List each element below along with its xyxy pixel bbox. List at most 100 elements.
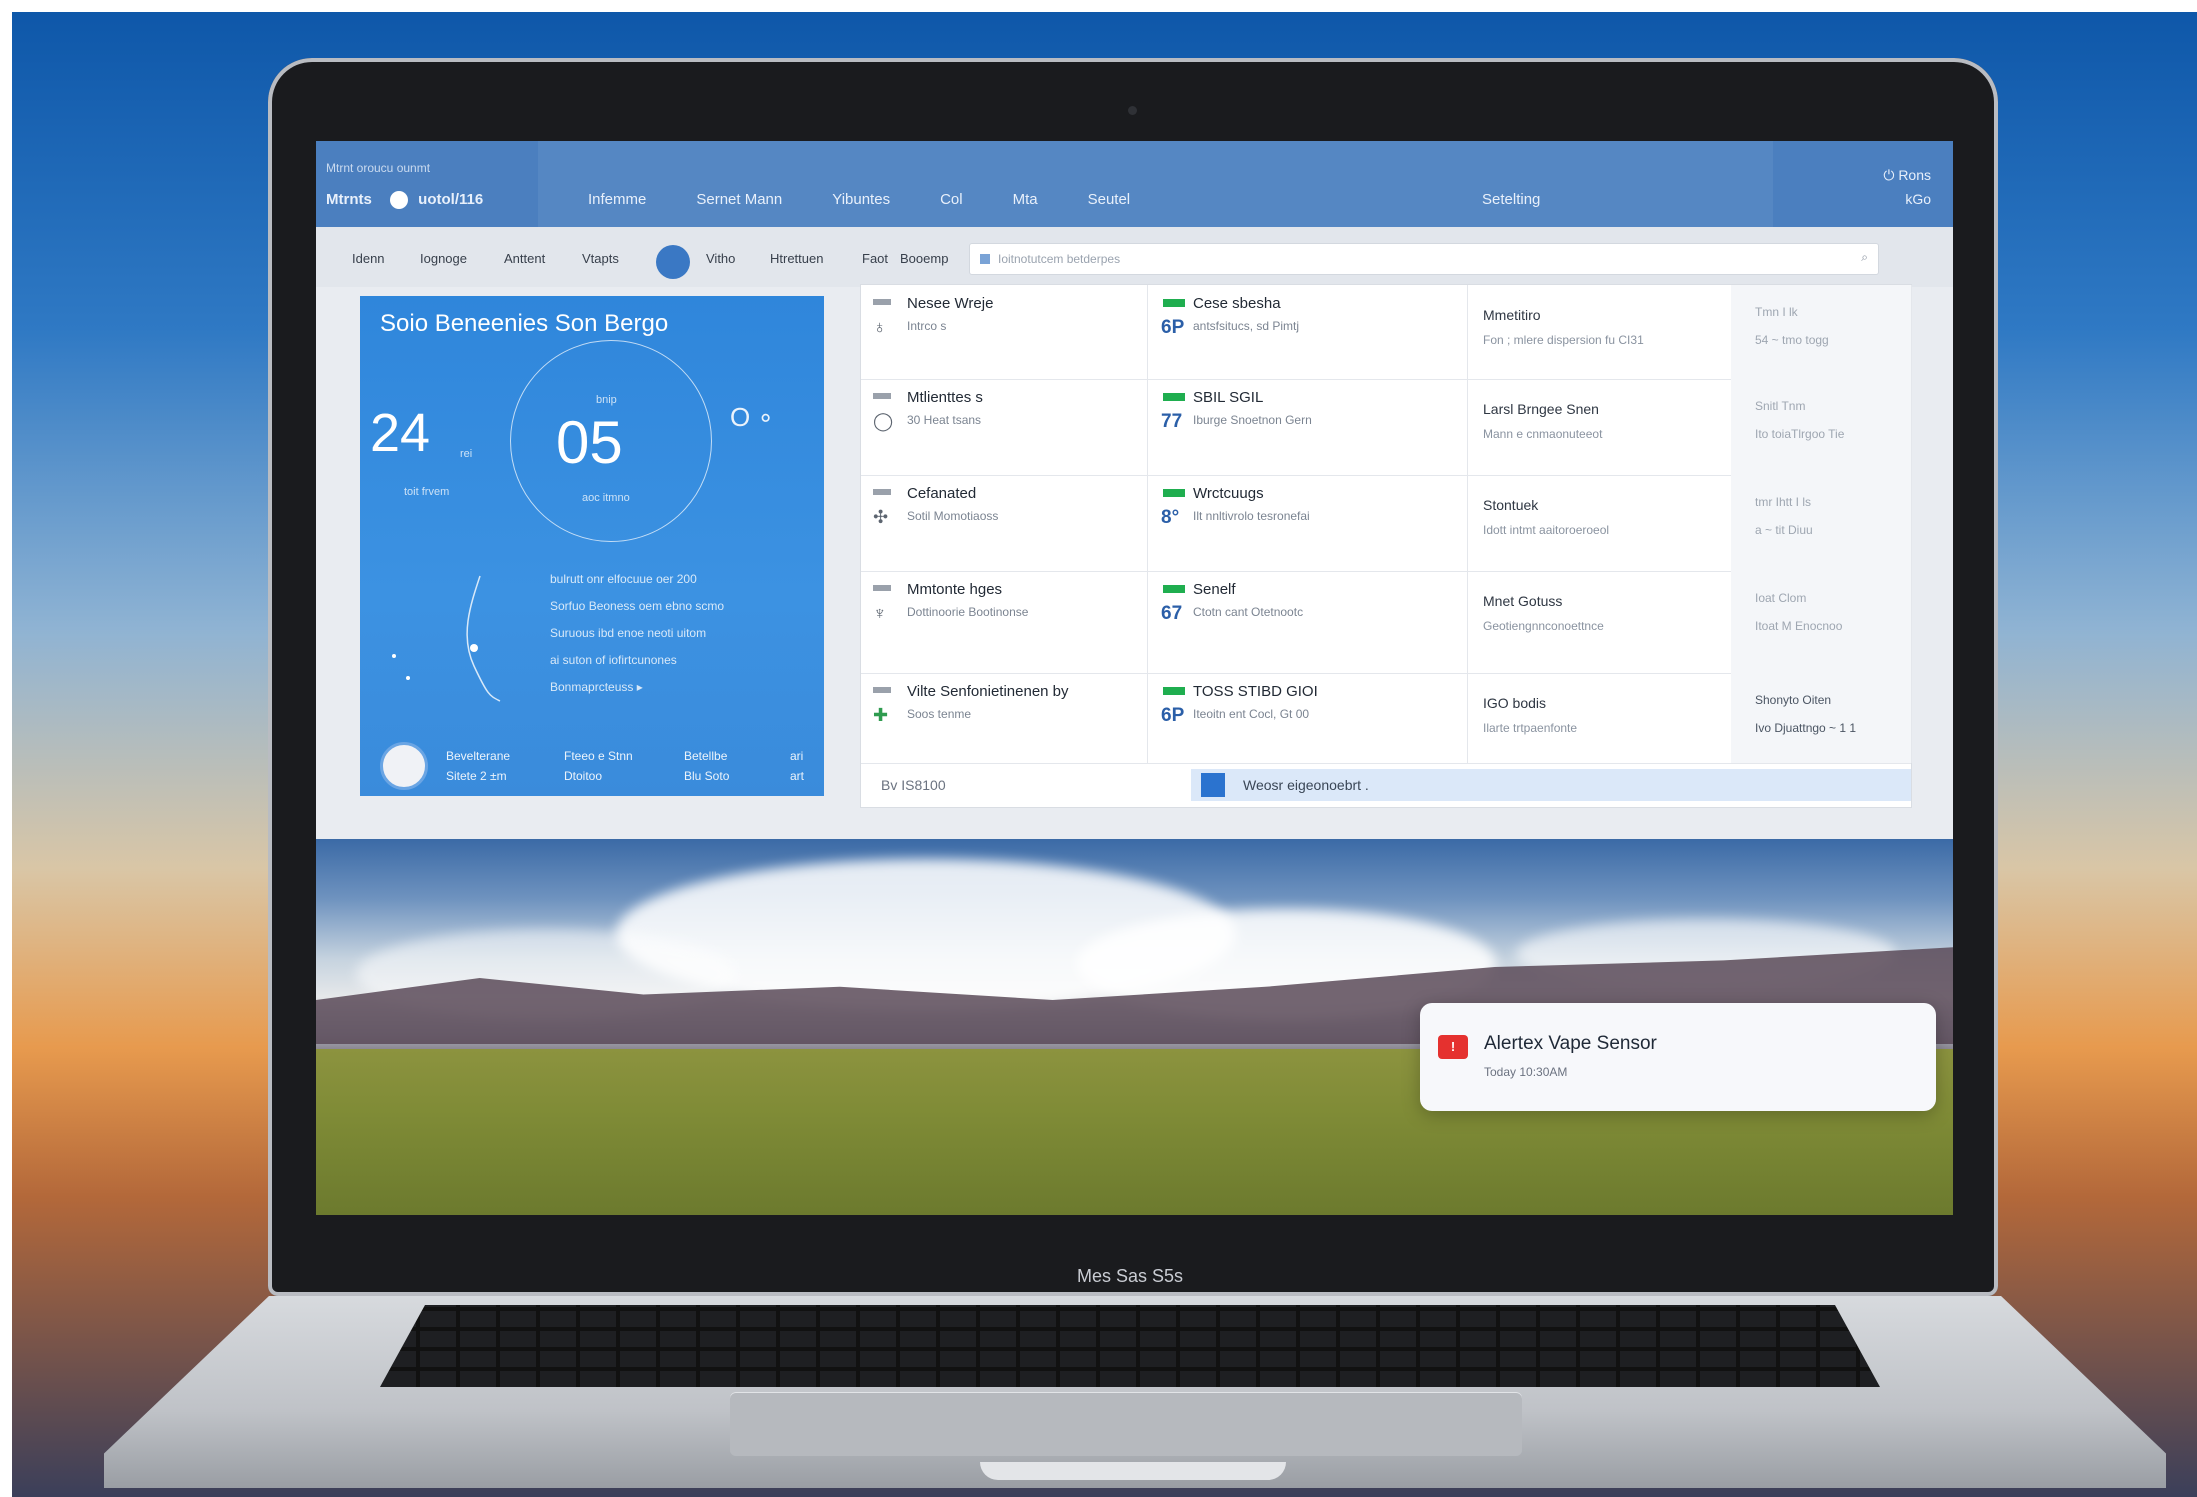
grid-cell: 77 SBIL SGIL Iburge Snoetnon Gern: [1147, 379, 1468, 475]
device-icon: [873, 299, 891, 305]
weather-center-bottom: aoc itmno: [582, 492, 630, 504]
camera-icon: [1128, 106, 1137, 115]
footer-bottom: Sitete 2 ±m: [446, 769, 507, 783]
grid-cell: Shonyto Oiten Ivo Djuattngo ~ 1 1: [1731, 673, 1912, 763]
toolbar-link[interactable]: Faot: [862, 251, 888, 266]
notification-title: Alertex Vape Sensor: [1484, 1033, 1657, 1054]
action-title[interactable]: tmr Ihtt I ls: [1755, 495, 1811, 509]
search-icon[interactable]: ⌕: [1861, 250, 1868, 265]
action-title[interactable]: Snitl Tnm: [1755, 399, 1805, 413]
status-badge: [1163, 687, 1185, 695]
trackpad: [730, 1392, 1522, 1456]
notification-time: Today 10:30AM: [1484, 1065, 1568, 1079]
nav-item[interactable]: Col: [940, 191, 963, 208]
table-row[interactable]: ✚ Vilte Senfonietinenen by Soos tenme 6P…: [861, 673, 1912, 764]
search-input[interactable]: Ioitnotutcem betderpes ⌕: [969, 243, 1879, 275]
reading-subtitle: Ilt nnltivrolo tesronefai: [1193, 509, 1310, 523]
action-title[interactable]: Shonyto Oiten: [1755, 693, 1831, 707]
weather-footer-item: ari art: [790, 746, 804, 786]
reading-title: Wrctcuugs: [1193, 485, 1264, 502]
row-title: Mtlienttes s: [907, 389, 983, 406]
grid-cell: ✚ Vilte Senfonietinenen by Soos tenme: [861, 673, 1148, 763]
header-nav: Infemme Sernet Mann Yibuntes Col Mta Seu…: [588, 191, 1130, 208]
table-row[interactable]: ♆ Mmtonte hges Dottinoorie Bootinonse 67…: [861, 571, 1912, 674]
nav-item[interactable]: Infemme: [588, 191, 646, 208]
toolbar-link[interactable]: Vtapts: [582, 251, 619, 266]
bulb-icon: ◯: [873, 411, 894, 431]
row-title: Vilte Senfonietinenen by: [907, 683, 1069, 700]
detail-title: Stontuek: [1483, 497, 1539, 513]
weather-line: bulrutt onr elfocuue oer 200: [550, 572, 697, 586]
action-title[interactable]: Ioat Clom: [1755, 591, 1806, 605]
reading-title: Cese sbesha: [1193, 295, 1281, 312]
table-row[interactable]: ◯ Mtlienttes s 30 Heat tsans 77 SBIL SGI…: [861, 379, 1912, 476]
footer-app-icon: [1201, 773, 1225, 797]
grid-cell: 6P Cese sbesha antsfsitucs, sd Pimtj: [1147, 285, 1468, 379]
action-subtitle: 54 ~ tmo togg: [1755, 333, 1829, 347]
toolbar-link[interactable]: Iognoge: [420, 251, 467, 266]
toolbar-link[interactable]: Vitho: [706, 251, 735, 266]
grid-cell: Stontuek Idott intmt aaitoroeroeol: [1467, 475, 1732, 571]
grid-cell: Larsl Brngee Snen Mann e cnmaonuteeot: [1467, 379, 1732, 475]
detail-subtitle: Mann e cnmaonuteeot: [1483, 427, 1603, 441]
table-row[interactable]: ✣ Cefanated Sotil Momotiaoss 8° Wrctcuug…: [861, 475, 1912, 572]
notification-toast[interactable]: ! Alertex Vape Sensor Today 10:30AM: [1420, 1003, 1936, 1111]
header-settings-link[interactable]: Setelting: [1482, 191, 1540, 208]
nav-item[interactable]: Mta: [1013, 191, 1038, 208]
grid-footer-bar[interactable]: Weosr eigeonoebrt .: [1191, 769, 1911, 801]
table-row[interactable]: ♁ Nesee Wreje Intrco s 6P Cese sbesha an…: [861, 285, 1912, 380]
reading-value: 6P: [1161, 705, 1185, 726]
row-title: Mmtonte hges: [907, 581, 1003, 598]
header-right-top: Rons: [1898, 167, 1931, 183]
toolbar-link[interactable]: Idenn: [352, 251, 385, 266]
wind-gauge-icon: O ∘: [730, 402, 774, 432]
grid-cell: Snitl Tnm Ito toiaTlrgoo Tie: [1731, 379, 1912, 475]
avatar[interactable]: [380, 742, 428, 790]
header-right-bottom: kGo: [1905, 191, 1931, 207]
nav-item[interactable]: Sernet Mann: [696, 191, 782, 208]
reading-subtitle: Ctotn cant Otetnootc: [1193, 605, 1304, 619]
nav-item[interactable]: Yibuntes: [832, 191, 890, 208]
grid-cell: IGO bodis Ilarte trtpaenfonte: [1467, 673, 1732, 763]
footer-top: Bevelterane: [446, 749, 511, 763]
footer-bottom: art: [790, 769, 805, 783]
device-icon: [873, 585, 891, 591]
action-subtitle: Itoat M Enocnoo: [1755, 619, 1843, 633]
weather-left-sub: toit frvem: [404, 486, 450, 498]
toolbar-avatar-button[interactable]: [656, 245, 690, 279]
header-right[interactable]: ⏻ Rons kGo: [1883, 163, 1931, 211]
weather-left-unit: rei: [460, 448, 473, 460]
power-icon[interactable]: ⏻: [1883, 167, 1894, 183]
sensor-grid: ♁ Nesee Wreje Intrco s 6P Cese sbesha an…: [860, 284, 1912, 808]
header-nav-strip: [538, 141, 1773, 227]
header-brand[interactable]: Mtrnts uotol/116: [326, 191, 483, 210]
weather-more-link[interactable]: Bonmaprcteuss ▸: [550, 680, 810, 694]
weather-line: Sorfuo Beoness oem ebno scmo: [550, 599, 725, 613]
status-badge: [1163, 489, 1185, 497]
grid-cell: ♆ Mmtonte hges Dottinoorie Bootinonse: [861, 571, 1148, 673]
header-brand-top: Mtrnt oroucu ounmt: [326, 161, 431, 175]
action-subtitle: Ivo Djuattngo ~ 1 1: [1755, 721, 1857, 735]
toolbar-link[interactable]: Anttent: [504, 251, 545, 266]
action-title[interactable]: Tmn I lk: [1755, 305, 1798, 319]
wind-trail-graphic: [392, 575, 501, 702]
grid-footer-count: Bv IS8100: [881, 777, 946, 793]
laptop-screen: Mtrnt oroucu ounmt Mtrnts uotol/116 Infe…: [316, 141, 1953, 1215]
frame-top-edge: [0, 0, 2197, 12]
grid-cell: Ioat Clom Itoat M Enocnoo: [1731, 571, 1912, 673]
frame-left-edge: [0, 0, 12, 1497]
keyboard: [380, 1305, 1880, 1387]
toolbar-link[interactable]: Booemp: [900, 251, 948, 266]
weather-line: Suruous ibd enoe neoti uitom: [550, 626, 707, 640]
toolbar-link[interactable]: Htrettuen: [770, 251, 823, 266]
detail-subtitle: Geotiengnnconoettnce: [1483, 619, 1604, 633]
grid-cell: 6P TOSS STIBD GIOI Iteoitn ent Cocl, Gt …: [1147, 673, 1468, 763]
reading-value: 6P: [1161, 317, 1185, 338]
detail-title: Mnet Gotuss: [1483, 593, 1563, 609]
status-badge: [1163, 585, 1185, 593]
action-subtitle: Ito toiaTlrgoo Tie: [1755, 427, 1845, 441]
device-icon: [873, 393, 891, 399]
nav-item[interactable]: Seutel: [1088, 191, 1131, 208]
weather-footer-item: Betellbe Blu Soto: [684, 746, 729, 786]
grid-cell: ◯ Mtlienttes s 30 Heat tsans: [861, 379, 1148, 475]
